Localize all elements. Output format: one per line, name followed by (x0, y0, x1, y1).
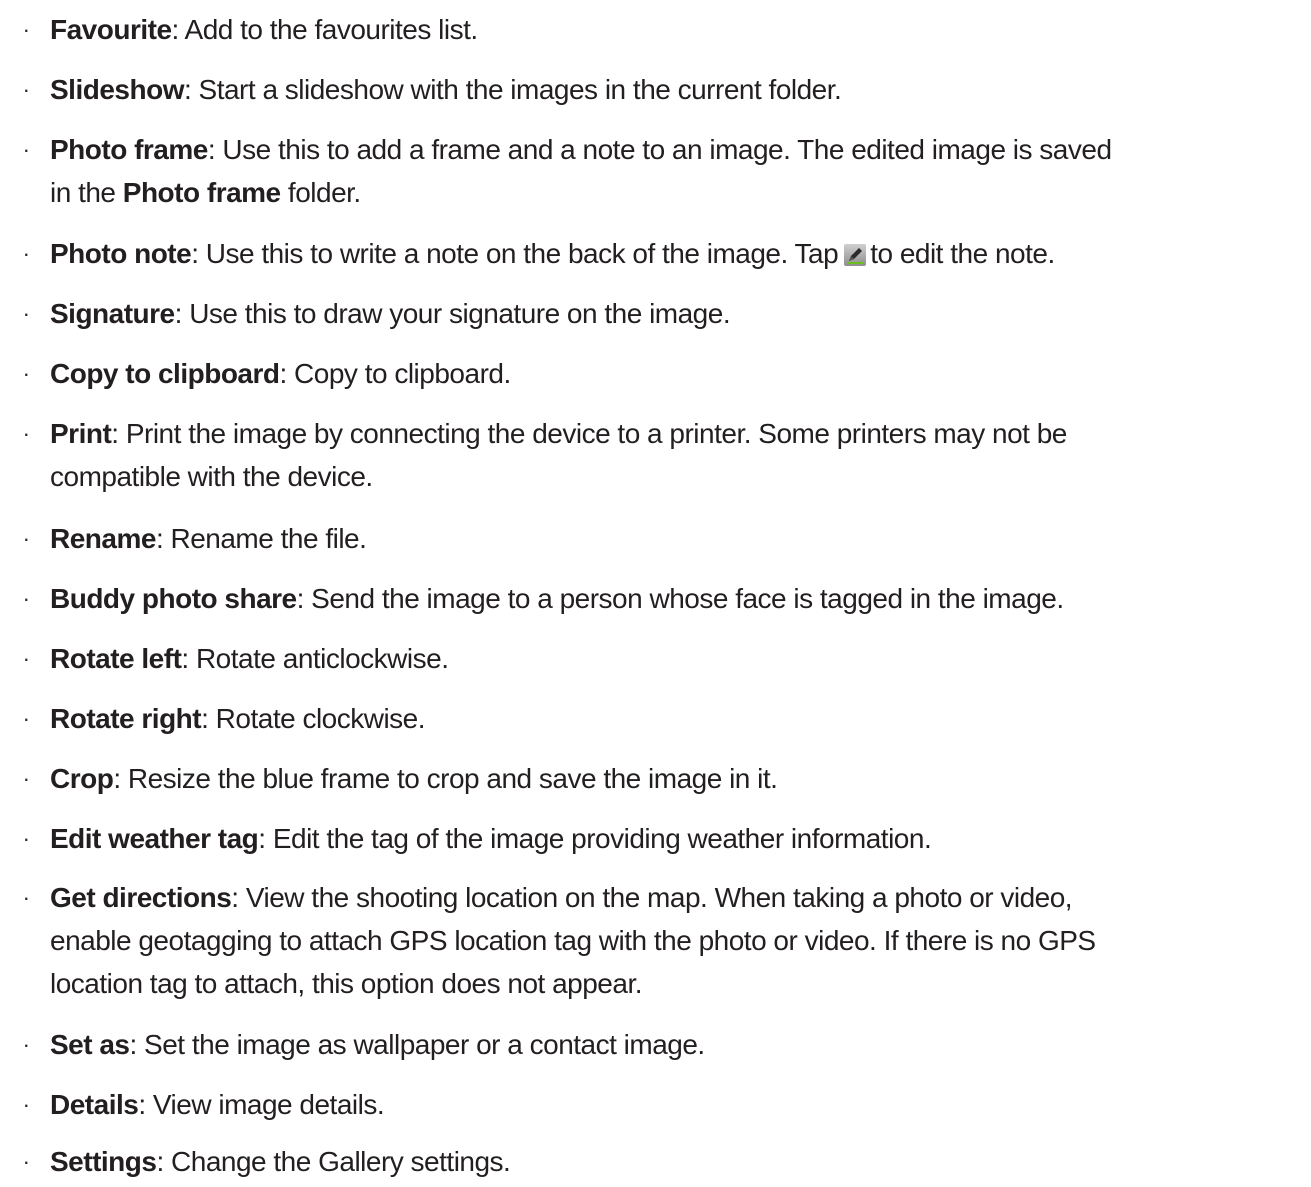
item-desc: : View the shooting location on the map.… (231, 882, 1073, 913)
bullet: · (22, 885, 30, 910)
item-term: Favourite (50, 14, 172, 45)
bullet: · (22, 361, 30, 386)
item-desc-line3: location tag to attach, this option does… (50, 968, 643, 999)
bullet: · (22, 1092, 30, 1117)
item-term: Photo frame (50, 134, 208, 165)
item-desc-line2-post: folder. (280, 177, 361, 208)
item-desc: : Edit the tag of the image providing we… (258, 823, 932, 854)
item-term: Edit weather tag (50, 823, 259, 854)
item-desc: : Print the image by connecting the devi… (111, 418, 1067, 449)
bullet: · (22, 1149, 30, 1174)
item-term: Copy to clipboard (50, 358, 280, 389)
item-term: Rotate left (50, 643, 182, 674)
item-desc: : Use this to add a frame and a note to … (207, 134, 1112, 165)
item-desc: : Rename the file. (155, 523, 367, 554)
manual-page: · Favourite: Add to the favourites list.… (0, 0, 1311, 1187)
item-desc: : Add to the favourites list. (171, 14, 479, 45)
item-desc: : Set the image as wallpaper or a contac… (129, 1029, 706, 1060)
bullet: · (22, 826, 30, 851)
item-desc-after-icon: to edit the note. (870, 238, 1055, 269)
item-desc: : Send the image to a person whose face … (296, 583, 1065, 614)
item-desc: : Resize the blue frame to crop and save… (113, 763, 778, 794)
item-desc: : Start a slideshow with the images in t… (183, 74, 842, 105)
item-desc: : Rotate anticlockwise. (181, 643, 449, 674)
item-desc: : Rotate clockwise. (201, 703, 426, 734)
item-desc-line2: enable geotagging to attach GPS location… (50, 925, 1096, 956)
item-term: Buddy photo share (50, 583, 297, 614)
item-desc: : Use this to draw your signature on the… (174, 298, 731, 329)
item-desc-line2-term: Photo frame (122, 177, 281, 208)
edit-pencil-icon (844, 244, 867, 266)
item-desc-line2-pre: in the (50, 177, 123, 208)
item-desc: : Change the Gallery settings. (156, 1146, 511, 1177)
bullet: · (22, 766, 30, 791)
item-term: Get directions (50, 882, 232, 913)
bullet: · (22, 137, 30, 162)
item-desc: : Use this to write a note on the back o… (191, 238, 839, 269)
item-term: Details (50, 1089, 139, 1120)
item-desc: : View image details. (138, 1089, 385, 1120)
item-term: Crop (50, 763, 114, 794)
item-term: Print (50, 418, 112, 449)
item-term: Settings (50, 1146, 157, 1177)
item-term: Photo note (50, 238, 192, 269)
item-desc: : Copy to clipboard. (279, 358, 512, 389)
bullet: · (22, 301, 30, 326)
item-term: Set as (50, 1029, 130, 1060)
bullet: · (22, 421, 30, 446)
bullet: · (22, 77, 30, 102)
bullet: · (22, 526, 30, 551)
item-term: Slideshow (50, 74, 184, 105)
item-term: Rotate right (50, 703, 202, 734)
bullet: · (22, 646, 30, 671)
bullet: · (22, 706, 30, 731)
item-term: Signature (50, 298, 175, 329)
item-term: Rename (50, 523, 156, 554)
bullet: · (22, 586, 30, 611)
bullet: · (22, 241, 30, 266)
bullet: · (22, 1032, 30, 1057)
bullet: · (22, 17, 30, 42)
item-desc-line2: compatible with the device. (50, 461, 373, 492)
